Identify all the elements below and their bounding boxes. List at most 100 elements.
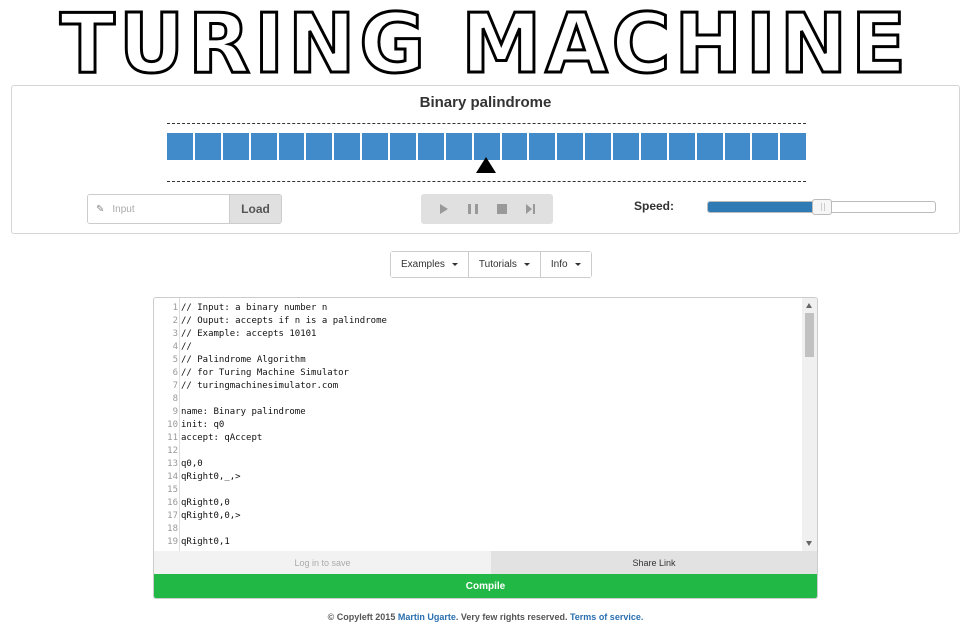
line-number: 17: [167, 511, 178, 521]
caret-down-icon: [451, 263, 458, 266]
code-editor[interactable]: 1 2 3 4 5 6 7 8 9 10 11 12 13 14 15 16 17 18 19 // Input: …: [154, 298, 817, 551]
tape-top-rule: [167, 123, 806, 124]
playback-controls: [421, 194, 553, 224]
tape-cell: [529, 133, 556, 160]
line-number: 6: [172, 368, 178, 378]
step-button[interactable]: [519, 199, 543, 219]
caret-down-icon: [523, 263, 530, 266]
tape-cell: [780, 133, 807, 160]
tape-cell: [278, 133, 305, 160]
menu-bar: Examples Tutorials Info: [390, 251, 592, 278]
code-line[interactable]: // Palindrome Algorithm: [181, 354, 801, 367]
tape-cell: [640, 133, 667, 160]
line-number: 2: [172, 316, 178, 326]
stop-icon: [496, 204, 507, 214]
line-number: 15: [167, 485, 178, 495]
code-line[interactable]: [181, 484, 801, 497]
line-number: 7: [172, 381, 178, 391]
code-line[interactable]: // turingmachinesimulator.com: [181, 380, 801, 393]
rights-text: Very few rights reserved.: [460, 612, 568, 622]
play-button[interactable]: [432, 199, 456, 219]
copyleft-text: Copyleft 2015: [336, 612, 396, 622]
code-line[interactable]: // Ouput: accepts if n is a palindrome: [181, 315, 801, 328]
code-line[interactable]: // for Turing Machine Simulator: [181, 367, 801, 380]
caret-down-icon: [574, 263, 581, 266]
line-number: 14: [167, 472, 178, 482]
line-number: 1: [172, 303, 178, 313]
machine-title: Binary palindrome: [419, 94, 552, 111]
share-link-button[interactable]: Share Link: [491, 551, 817, 574]
line-number: 3: [172, 329, 178, 339]
footer: © Copyleft 2015 Martin Ugarte. Very few …: [327, 612, 644, 622]
code-line[interactable]: // Input: a binary number n: [181, 302, 801, 315]
login-to-save-button[interactable]: Log in to save: [154, 551, 491, 574]
line-number: 4: [172, 342, 178, 352]
code-line[interactable]: qRight0,0,>: [181, 510, 801, 523]
tape-cell: [752, 133, 779, 160]
code-line[interactable]: [181, 523, 801, 536]
simulator-panel: Binary palindrome ✎ Load Speed:: [11, 85, 960, 234]
code-line[interactable]: [181, 393, 801, 406]
input-wrapper: ✎: [88, 195, 229, 223]
save-row: Log in to save Share Link: [154, 551, 817, 574]
examples-label: Examples: [401, 259, 445, 270]
pause-button[interactable]: [461, 199, 485, 219]
code-line[interactable]: init: q0: [181, 419, 801, 432]
examples-dropdown[interactable]: Examples: [391, 252, 469, 277]
tape-cell: [417, 133, 444, 160]
compile-button[interactable]: Compile: [154, 574, 817, 598]
line-number: 12: [167, 446, 178, 456]
editor-scrollbar[interactable]: [802, 298, 817, 551]
load-button[interactable]: Load: [229, 195, 281, 223]
tape-cell: [222, 133, 249, 160]
scroll-thumb[interactable]: [805, 313, 814, 357]
tape-input[interactable]: [110, 202, 211, 216]
tape-cell: [194, 133, 221, 160]
stop-button[interactable]: [490, 199, 514, 219]
tape-cell: [306, 133, 333, 160]
code-line[interactable]: q0,0: [181, 458, 801, 471]
scroll-up-icon[interactable]: [806, 303, 812, 308]
line-number: 11: [167, 433, 178, 443]
info-label: Info: [550, 259, 568, 270]
line-number: 16: [167, 498, 178, 508]
tape-cell: [473, 133, 500, 160]
code-content[interactable]: // Input: a binary number n// Ouput: acc…: [181, 302, 801, 549]
code-line[interactable]: accept: qAccept: [181, 432, 801, 445]
speed-slider[interactable]: [707, 199, 936, 215]
scroll-down-icon[interactable]: [806, 541, 812, 546]
code-line[interactable]: //: [181, 341, 801, 354]
pencil-icon: ✎: [96, 203, 105, 215]
tape-cell: [585, 133, 611, 160]
step-icon: [526, 204, 535, 214]
editor-panel: 1 2 3 4 5 6 7 8 9 10 11 12 13 14 15 16 17 18 19 // Input: …: [153, 297, 818, 599]
tape-cell: [501, 133, 528, 160]
tutorials-dropdown[interactable]: Tutorials: [468, 252, 541, 277]
terms-link[interactable]: Terms of service.: [570, 612, 643, 622]
code-line[interactable]: qRight0,_,>: [181, 471, 801, 484]
tape: [167, 133, 807, 160]
tape-cell: [445, 133, 472, 160]
tape-cell: [167, 133, 193, 160]
author-link[interactable]: Martin Ugarte: [398, 612, 456, 622]
tape-head-pointer-icon: [476, 157, 496, 173]
info-dropdown[interactable]: Info: [540, 252, 591, 277]
code-line[interactable]: name: Binary palindrome: [181, 406, 801, 419]
tape-bottom-rule: [167, 181, 806, 182]
speed-slider-handle[interactable]: [811, 199, 832, 215]
line-number: 8: [172, 394, 178, 404]
line-number: 5: [172, 355, 178, 365]
speed-label: Speed:: [634, 199, 675, 213]
code-line[interactable]: // Example: accepts 10101: [181, 328, 801, 341]
copyleft-icon: ©: [327, 612, 335, 622]
input-group: ✎ Load: [87, 194, 282, 224]
line-number: 13: [167, 459, 178, 469]
tape-cell: [724, 133, 751, 160]
code-line[interactable]: [181, 445, 801, 458]
logo-text: TURING MACHINE: [60, 0, 910, 78]
line-number: 19: [167, 537, 178, 547]
code-line[interactable]: qRight0,0: [181, 497, 801, 510]
gutter-divider: [179, 298, 180, 551]
code-line[interactable]: qRight0,1: [181, 536, 801, 549]
tape-cell: [390, 133, 416, 160]
